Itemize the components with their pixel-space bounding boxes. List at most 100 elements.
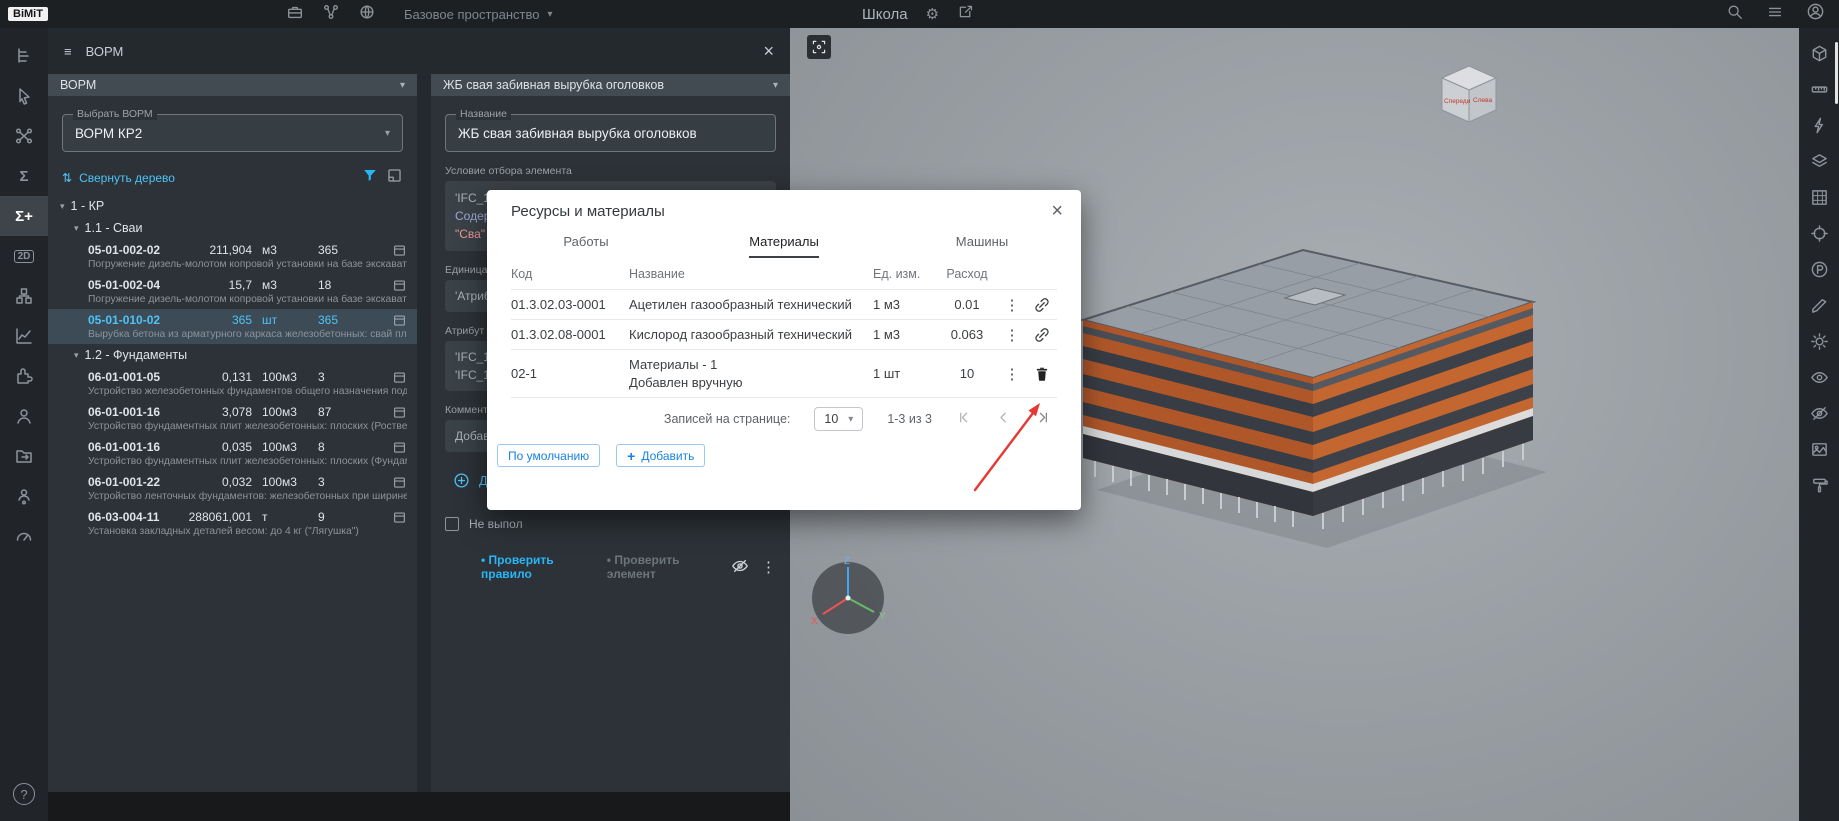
account-icon[interactable] xyxy=(1806,2,1825,26)
row-more-options-icon[interactable]: ⋮ xyxy=(997,365,1027,383)
plugins-icon[interactable] xyxy=(0,356,48,396)
card-icon[interactable] xyxy=(392,440,407,455)
layers-icon[interactable] xyxy=(1810,152,1829,171)
shared-folder-icon[interactable] xyxy=(0,436,48,476)
axis-gizmo[interactable]: Z X Y xyxy=(803,553,893,643)
sum-plus-icon[interactable]: Σ+ xyxy=(0,196,48,236)
chevron-down-icon: ▾ xyxy=(773,80,778,91)
focus-model-icon[interactable] xyxy=(807,35,831,59)
select-cursor-icon[interactable] xyxy=(0,76,48,116)
tree-root-node[interactable]: ▾ 1 - КР xyxy=(48,195,417,217)
rule-name-input[interactable]: Название ЖБ свая забивная вырубка оголов… xyxy=(445,114,776,152)
dialog-title: Ресурсы и материалы xyxy=(511,203,665,220)
right-toolbar xyxy=(1799,28,1839,821)
tree-item[interactable]: 05-01-002-04 15,7 м3 18 Погружение дизел… xyxy=(48,274,417,309)
brightness-icon[interactable] xyxy=(1810,332,1829,351)
card-icon[interactable] xyxy=(392,370,407,385)
project-briefcase-icon[interactable] xyxy=(286,3,304,26)
flash-icon[interactable] xyxy=(1810,116,1829,135)
tree-item[interactable]: 06-01-001-16 3,078 100м3 87 Устройство ф… xyxy=(48,401,417,436)
visibility-icon[interactable] xyxy=(1810,368,1829,387)
filter-icon[interactable] xyxy=(361,166,379,189)
tree-group[interactable]: ▾ 1.2 - Фундаменты xyxy=(48,344,417,366)
workspace-selector[interactable]: Базовое пространство ▾ xyxy=(404,7,553,22)
rule-section-header[interactable]: ЖБ свая забивная вырубка оголовков ▾ xyxy=(431,74,790,96)
building-model[interactable] xyxy=(1055,228,1555,548)
drag-handle-icon[interactable]: ≡ xyxy=(64,44,72,59)
add-material-button[interactable]: +Добавить xyxy=(616,444,705,467)
visibility-icon[interactable] xyxy=(731,557,749,578)
sum-icon[interactable]: Σ xyxy=(0,156,48,196)
view-cube[interactable]: Спереди Слева xyxy=(1430,58,1508,128)
card-icon[interactable] xyxy=(392,313,407,328)
chart-icon[interactable] xyxy=(0,316,48,356)
table-row[interactable]: 01.3.02.03-0001 Ацетилен газообразный те… xyxy=(511,290,1057,320)
measure-icon[interactable] xyxy=(1810,80,1829,99)
tree-group[interactable]: ▾ 1.1 - Сваи xyxy=(48,217,417,239)
dialog-close-icon[interactable]: × xyxy=(1051,201,1063,221)
not-execute-option[interactable]: Не выпол xyxy=(445,517,776,531)
menu-list-icon[interactable] xyxy=(1766,3,1784,26)
tab-machines[interactable]: Машины xyxy=(883,234,1081,258)
check-rule-link[interactable]: • Проверить правило xyxy=(481,553,591,581)
relations-icon[interactable] xyxy=(0,116,48,156)
checkbox-icon[interactable] xyxy=(445,517,459,531)
card-icon[interactable] xyxy=(392,243,407,258)
vorm-section-header[interactable]: ВОРМ ▾ xyxy=(48,74,417,96)
check-element-link[interactable]: • Проверить элемент xyxy=(607,553,715,581)
vorm-select[interactable]: Выбрать ВОРМ ВОРМ КР2 ▾ xyxy=(62,114,403,152)
tree-item-selected[interactable]: 05-01-010-02 365 шт 365 Вырубка бетона и… xyxy=(48,309,417,344)
card-icon[interactable] xyxy=(392,475,407,490)
card-icon[interactable] xyxy=(392,405,407,420)
table-row[interactable]: 01.3.02.08-0001 Кислород газообразный те… xyxy=(511,320,1057,350)
tree-item[interactable]: 06-03-004-11 288061,001 т 9 Установка за… xyxy=(48,506,417,541)
app-logo: BiMiT xyxy=(8,7,48,21)
condition-label: Условие отбора элемента xyxy=(445,165,776,177)
page-size-select[interactable]: 10 ▾ xyxy=(814,407,863,431)
card-icon[interactable] xyxy=(392,278,407,293)
model-structure-icon[interactable] xyxy=(0,36,48,76)
globe-sync-icon[interactable] xyxy=(358,3,376,26)
row-more-options-icon[interactable]: ⋮ xyxy=(997,296,1027,314)
collapse-tree-link[interactable]: Свернуть дерево xyxy=(79,171,175,185)
target-icon[interactable] xyxy=(1810,224,1829,243)
cutter-icon[interactable] xyxy=(1810,296,1829,315)
gauge-icon[interactable] xyxy=(0,516,48,556)
panel-close-icon[interactable]: × xyxy=(763,41,774,62)
panel-layout-icon[interactable] xyxy=(386,167,403,189)
row-link-icon[interactable] xyxy=(1027,296,1057,314)
tree-item[interactable]: 06-01-001-16 0,035 100м3 8 Устройство фу… xyxy=(48,436,417,471)
rule-header-title: ЖБ свая забивная вырубка оголовков xyxy=(443,78,664,92)
row-more-options-icon[interactable]: ⋮ xyxy=(997,326,1027,344)
row-delete-icon[interactable] xyxy=(1027,365,1057,383)
paint-roller-icon[interactable] xyxy=(1810,476,1829,495)
user-icon[interactable] xyxy=(0,396,48,436)
project-settings-gear-icon[interactable]: ⚙ xyxy=(926,5,939,23)
more-options-icon[interactable]: ⋮ xyxy=(761,558,776,576)
card-icon[interactable] xyxy=(392,510,407,525)
share-icon[interactable] xyxy=(957,3,974,25)
col-name: Название xyxy=(629,267,873,281)
view-cube-side-label[interactable]: Слева xyxy=(1473,97,1492,104)
image-icon[interactable] xyxy=(1810,440,1829,459)
tab-works[interactable]: Работы xyxy=(487,234,685,258)
row-link-icon[interactable] xyxy=(1027,326,1057,344)
tree-item[interactable]: 06-01-001-22 0,032 100м3 3 Устройство ле… xyxy=(48,471,417,506)
help-icon[interactable]: ? xyxy=(13,783,35,805)
assemblies-icon[interactable] xyxy=(0,276,48,316)
view-cube-icon[interactable] xyxy=(1810,44,1829,63)
default-button[interactable]: По умолчанию xyxy=(497,444,600,467)
grid-icon[interactable] xyxy=(1810,188,1829,207)
topbar-tools xyxy=(286,3,376,26)
tab-materials[interactable]: Материалы xyxy=(685,234,883,258)
parking-icon[interactable] xyxy=(1810,260,1829,279)
view-2d-icon[interactable]: 2D xyxy=(0,236,48,276)
visibility-off-icon[interactable] xyxy=(1810,404,1829,423)
user-location-icon[interactable] xyxy=(0,476,48,516)
tree-item[interactable]: 05-01-002-02 211,904 м3 365 Погружение д… xyxy=(48,239,417,274)
view-cube-front-label[interactable]: Спереди xyxy=(1444,98,1471,105)
scrollbar-thumb[interactable] xyxy=(1835,42,1838,104)
org-structure-icon[interactable] xyxy=(322,3,340,26)
search-icon[interactable] xyxy=(1726,3,1744,26)
tree-item[interactable]: 06-01-001-05 0,131 100м3 3 Устройство же… xyxy=(48,366,417,401)
